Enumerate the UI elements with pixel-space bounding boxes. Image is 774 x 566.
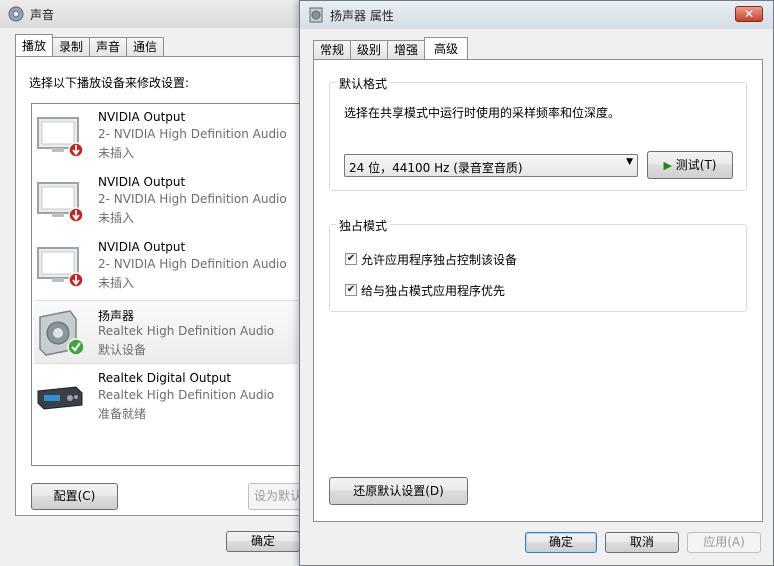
format-dropdown[interactable]: 24 位，44100 Hz (录音室音质) ▼ bbox=[344, 154, 638, 177]
list-item[interactable]: NVIDIA Output 2- NVIDIA High Definition … bbox=[34, 169, 298, 231]
device-name: NVIDIA Output bbox=[98, 110, 186, 124]
default-format-group: 默认格式 选择在共享模式中运行时使用的采样频率和位深度。 24 位，44100 … bbox=[329, 75, 747, 191]
format-selected-value: 24 位，44100 Hz (录音室音质) bbox=[349, 161, 523, 175]
restore-defaults-button[interactable]: 还原默认设置(D) bbox=[329, 477, 468, 505]
list-item[interactable]: NVIDIA Output 2- NVIDIA High Definition … bbox=[34, 234, 298, 296]
instruction-text: 选择以下播放设备来修改设置: bbox=[29, 76, 190, 90]
exclusive-priority-checkbox[interactable]: ✔ bbox=[345, 284, 357, 296]
test-button-label: 测试(T) bbox=[675, 158, 717, 172]
monitor-icon bbox=[37, 182, 84, 223]
speaker-icon bbox=[309, 7, 323, 23]
configure-button[interactable]: 配置(C) bbox=[31, 483, 118, 510]
device-status: 未插入 bbox=[98, 146, 135, 160]
test-button[interactable]: ▶ 测试(T) bbox=[647, 151, 733, 179]
list-item[interactable]: NVIDIA Output 2- NVIDIA High Definition … bbox=[34, 104, 298, 166]
list-item-selected[interactable]: 扬声器 Realtek High Definition Audio 默认设备 bbox=[34, 300, 298, 364]
properties-titlebar: 扬声器 属性 ✕ bbox=[300, 1, 773, 29]
sound-window-title: 声音 bbox=[30, 8, 55, 22]
close-button[interactable]: ✕ bbox=[735, 6, 763, 22]
device-name: NVIDIA Output bbox=[98, 240, 186, 254]
digital-output-icon bbox=[37, 386, 83, 410]
sound-tabs: 播放 录制 声音 通信 bbox=[15, 34, 165, 56]
speaker-icon bbox=[39, 310, 84, 356]
exclusive-mode-group: 独占模式 ✔ 允许应用程序独占控制该设备 ✔ 给与独占模式应用程序优先 bbox=[329, 217, 747, 312]
tab-general[interactable]: 常规 bbox=[313, 40, 352, 59]
properties-window-title: 扬声器 属性 bbox=[330, 9, 394, 23]
speaker-icon bbox=[8, 6, 24, 22]
device-status: 默认设备 bbox=[98, 343, 147, 357]
device-status: 未插入 bbox=[98, 276, 135, 290]
tab-sounds[interactable]: 声音 bbox=[89, 37, 128, 56]
exclusive-control-checkbox[interactable]: ✔ bbox=[345, 253, 357, 265]
device-name: 扬声器 bbox=[98, 309, 135, 323]
chevron-down-icon: ▼ bbox=[626, 157, 633, 167]
tab-communications[interactable]: 通信 bbox=[126, 37, 165, 56]
device-name: NVIDIA Output bbox=[98, 175, 186, 189]
sound-window: 声音 播放 录制 声音 通信 选择以下播放设备来修改设置: NVIDIA Out… bbox=[0, 0, 328, 566]
sound-ok-button[interactable]: 确定 bbox=[226, 531, 300, 552]
exclusive-control-label: 允许应用程序独占控制该设备 bbox=[361, 253, 518, 267]
ok-button[interactable]: 确定 bbox=[525, 532, 597, 553]
monitor-icon bbox=[37, 117, 84, 158]
playback-panel: 选择以下播放设备来修改设置: NVIDIA Output 2- NVIDIA H… bbox=[15, 56, 328, 516]
device-name: Realtek Digital Output bbox=[98, 371, 232, 385]
tab-levels[interactable]: 级别 bbox=[350, 40, 389, 59]
speaker-properties-window: 扬声器 属性 ✕ 常规 级别 增强 高级 默认格式 选择在共享模式中运行时使用的… bbox=[299, 0, 774, 566]
properties-tabs: 常规 级别 增强 高级 bbox=[313, 37, 469, 59]
device-description: Realtek High Definition Audio bbox=[98, 324, 275, 338]
tab-playback[interactable]: 播放 bbox=[15, 34, 54, 56]
default-format-label: 默认格式 bbox=[336, 75, 391, 92]
sound-titlebar: 声音 bbox=[0, 0, 299, 28]
device-description: Realtek High Definition Audio bbox=[98, 388, 275, 402]
play-icon: ▶ bbox=[663, 159, 672, 172]
exclusive-mode-label: 独占模式 bbox=[336, 217, 391, 234]
tab-advanced[interactable]: 高级 bbox=[424, 37, 469, 59]
exclusive-priority-label: 给与独占模式应用程序优先 bbox=[361, 284, 506, 298]
device-status: 准备就绪 bbox=[98, 407, 147, 421]
tab-recording[interactable]: 录制 bbox=[52, 37, 91, 56]
list-item[interactable]: Realtek Digital Output Realtek High Defi… bbox=[34, 365, 298, 427]
device-description: 2- NVIDIA High Definition Audio bbox=[98, 127, 287, 141]
apply-button[interactable]: 应用(A) bbox=[687, 532, 761, 553]
device-status: 未插入 bbox=[98, 211, 135, 225]
default-format-description: 选择在共享模式中运行时使用的采样频率和位深度。 bbox=[344, 106, 621, 120]
advanced-panel: 默认格式 选择在共享模式中运行时使用的采样频率和位深度。 24 位，44100 … bbox=[313, 59, 763, 522]
monitor-icon bbox=[37, 247, 84, 288]
tab-enhancements[interactable]: 增强 bbox=[387, 40, 426, 59]
device-list[interactable]: NVIDIA Output 2- NVIDIA High Definition … bbox=[31, 103, 321, 466]
device-description: 2- NVIDIA High Definition Audio bbox=[98, 257, 287, 271]
cancel-button[interactable]: 取消 bbox=[605, 532, 679, 553]
device-description: 2- NVIDIA High Definition Audio bbox=[98, 192, 287, 206]
